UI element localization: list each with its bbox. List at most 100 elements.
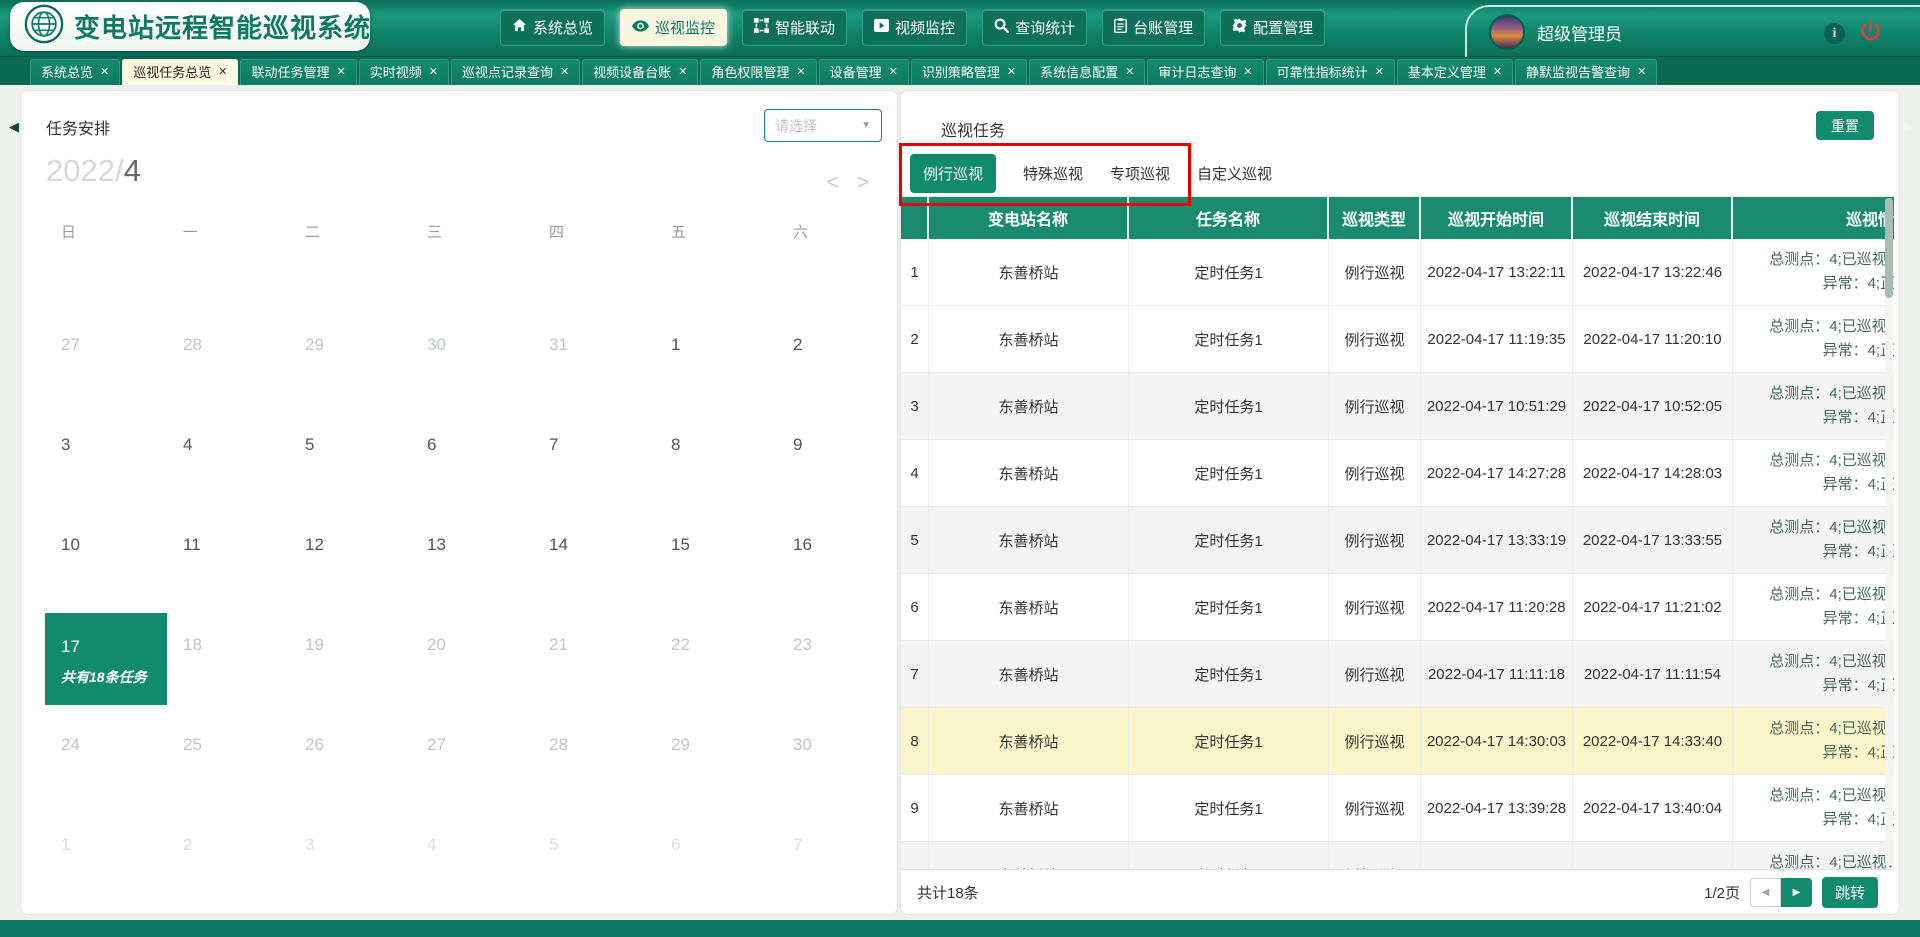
nav-smart-linkage[interactable]: 智能联动 — [742, 9, 847, 46]
calendar-day[interactable]: 30 — [777, 709, 899, 809]
tab-close-icon[interactable]: ✕ — [1243, 60, 1252, 85]
tab-13[interactable]: 基本定义管理✕ — [1397, 59, 1513, 85]
calendar-day[interactable]: 10 — [45, 509, 167, 609]
calendar-day[interactable]: 14 — [533, 509, 655, 609]
calendar-day[interactable]: 7 — [533, 409, 655, 509]
tab-5[interactable]: 巡视点记录查询✕ — [451, 59, 580, 85]
tab-11[interactable]: 审计日志查询✕ — [1147, 59, 1263, 85]
tab-close-icon[interactable]: ✕ — [1637, 60, 1646, 85]
calendar-day[interactable]: 29 — [289, 309, 411, 409]
calendar-day[interactable]: 23 — [777, 609, 899, 709]
table-row[interactable]: 4东善桥站定时任务1例行巡视2022-04-17 14:27:282022-04… — [901, 440, 1894, 507]
table-row[interactable]: 10东善桥站定时任务1例行巡视2022-04-17 11:25:582022-0… — [901, 842, 1894, 869]
calendar-day[interactable]: 30 — [411, 309, 533, 409]
tab-14[interactable]: 静默监视告警查询✕ — [1515, 59, 1657, 85]
table-row[interactable]: 2东善桥站定时任务1例行巡视2022-04-17 11:19:352022-04… — [901, 306, 1894, 373]
tab-close-icon[interactable]: ✕ — [336, 60, 345, 85]
tab-3[interactable]: 联动任务管理✕ — [240, 59, 356, 85]
calendar-day[interactable]: 26 — [289, 709, 411, 809]
calendar-day[interactable]: 9 — [777, 409, 899, 509]
nav-ledger-manage[interactable]: 台账管理 — [1102, 9, 1205, 46]
nav-inspection-monitor[interactable]: 巡视监控 — [620, 9, 727, 46]
prev-page-button[interactable]: ◀ — [1750, 878, 1781, 907]
table-row[interactable]: 3东善桥站定时任务1例行巡视2022-04-17 10:51:292022-04… — [901, 373, 1894, 440]
tab-close-icon[interactable]: ✕ — [218, 60, 227, 85]
calendar-day[interactable]: 25 — [167, 709, 289, 809]
calendar-day[interactable]: 6 — [655, 809, 777, 909]
calendar-day[interactable]: 4 — [411, 809, 533, 909]
nav-config-manage[interactable]: 配置管理 — [1220, 9, 1325, 46]
calendar-day[interactable]: 3 — [289, 809, 411, 909]
calendar-day[interactable]: 21 — [533, 609, 655, 709]
tab-10[interactable]: 系统信息配置✕ — [1029, 59, 1145, 85]
calendar-day[interactable]: 20 — [411, 609, 533, 709]
calendar-day-selected[interactable]: 17共有18条任务 — [45, 613, 167, 705]
calendar-day[interactable]: 5 — [289, 409, 411, 509]
calendar-day[interactable]: 6 — [411, 409, 533, 509]
type-tab-3[interactable]: 专项巡视 — [1110, 163, 1170, 184]
calendar-day[interactable]: 28 — [167, 309, 289, 409]
calendar-day[interactable]: 24 — [45, 709, 167, 809]
calendar-day[interactable]: 3 — [45, 409, 167, 509]
table-scrollbar[interactable] — [1885, 198, 1893, 866]
info-icon[interactable]: i — [1824, 23, 1845, 44]
calendar-day[interactable]: 11 — [167, 509, 289, 609]
table-row[interactable]: 1东善桥站定时任务1例行巡视2022-04-17 13:22:112022-04… — [901, 239, 1894, 306]
tab-close-icon[interactable]: ✕ — [1007, 60, 1016, 85]
tab-7[interactable]: 角色权限管理✕ — [700, 59, 816, 85]
table-row[interactable]: 5东善桥站定时任务1例行巡视2022-04-17 13:33:192022-04… — [901, 507, 1894, 574]
table-row[interactable]: 9东善桥站定时任务1例行巡视2022-04-17 13:39:282022-04… — [901, 775, 1894, 842]
tab-close-icon[interactable]: ✕ — [1493, 60, 1502, 85]
calendar-day[interactable]: 19 — [289, 609, 411, 709]
calendar-day[interactable]: 31 — [533, 309, 655, 409]
tabs-scroll-left-icon[interactable]: ◀ — [9, 119, 19, 135]
tab-12[interactable]: 可靠性指标统计✕ — [1266, 59, 1395, 85]
calendar-day[interactable]: 27 — [45, 309, 167, 409]
tab-close-icon[interactable]: ✕ — [796, 60, 805, 85]
calendar-day[interactable]: 27 — [411, 709, 533, 809]
calendar-day[interactable]: 28 — [533, 709, 655, 809]
nav-video-monitor[interactable]: 视频监控 — [862, 9, 967, 46]
calendar-prev-icon[interactable]: < — [826, 171, 838, 195]
nav-overview[interactable]: 系统总览 — [500, 9, 605, 46]
type-tab-2[interactable]: 特殊巡视 — [1023, 163, 1083, 184]
tab-close-icon[interactable]: ✕ — [429, 60, 438, 85]
calendar-day[interactable]: 12 — [289, 509, 411, 609]
tab-8[interactable]: 设备管理✕ — [819, 59, 909, 85]
tabs-scroll-right-icon[interactable]: ▶ — [1904, 119, 1914, 135]
calendar-day[interactable]: 13 — [411, 509, 533, 609]
calendar-day[interactable]: 18 — [167, 609, 289, 709]
calendar-day[interactable]: 16 — [777, 509, 899, 609]
tab-4[interactable]: 实时视频✕ — [359, 59, 449, 85]
calendar-day[interactable]: 1 — [655, 309, 777, 409]
calendar-day[interactable]: 2 — [777, 309, 899, 409]
table-scrollbar-thumb[interactable] — [1885, 198, 1893, 298]
calendar-day[interactable]: 8 — [655, 409, 777, 509]
tab-close-icon[interactable]: ✕ — [1375, 60, 1384, 85]
tab-close-icon[interactable]: ✕ — [560, 60, 569, 85]
calendar-day[interactable]: 22 — [655, 609, 777, 709]
power-logout-icon[interactable] — [1859, 20, 1882, 48]
nav-query-stats[interactable]: 查询统计 — [982, 9, 1087, 46]
reset-button[interactable]: 重置 — [1816, 111, 1874, 140]
tab-1[interactable]: 系统总览✕ — [30, 59, 120, 85]
type-tab-4[interactable]: 自定义巡视 — [1197, 163, 1272, 184]
tab-6[interactable]: 视频设备台账✕ — [582, 59, 698, 85]
jump-page-button[interactable]: 跳转 — [1822, 877, 1878, 908]
calendar-day[interactable]: 2 — [167, 809, 289, 909]
tab-2[interactable]: 巡视任务总览✕ — [122, 59, 238, 85]
calendar-next-icon[interactable]: > — [857, 171, 869, 195]
calendar-day[interactable]: 4 — [167, 409, 289, 509]
calendar-day[interactable]: 1 — [45, 809, 167, 909]
calendar-day[interactable]: 5 — [533, 809, 655, 909]
tab-close-icon[interactable]: ✕ — [889, 60, 898, 85]
tab-close-icon[interactable]: ✕ — [100, 60, 109, 85]
next-page-button[interactable]: ▶ — [1781, 878, 1812, 907]
table-row[interactable]: 6东善桥站定时任务1例行巡视2022-04-17 11:20:282022-04… — [901, 574, 1894, 641]
calendar-day[interactable]: 7 — [777, 809, 899, 909]
table-row[interactable]: 8东善桥站定时任务1例行巡视2022-04-17 14:30:032022-04… — [901, 708, 1894, 775]
table-row[interactable]: 7东善桥站定时任务1例行巡视2022-04-17 11:11:182022-04… — [901, 641, 1894, 708]
type-tab-1[interactable]: 例行巡视 — [910, 154, 996, 193]
tab-close-icon[interactable]: ✕ — [678, 60, 687, 85]
calendar-day[interactable]: 15 — [655, 509, 777, 609]
